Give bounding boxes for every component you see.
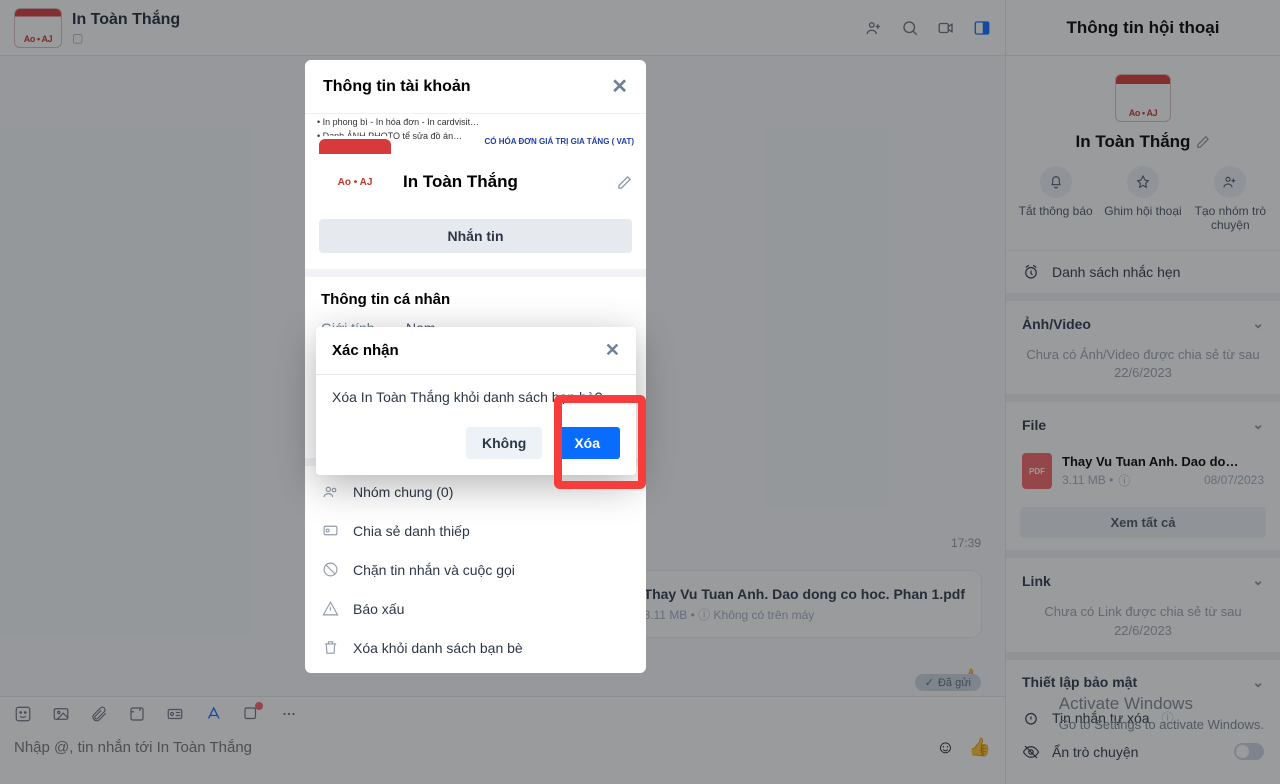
confirm-title: Xác nhận xyxy=(332,342,399,359)
trash-icon xyxy=(321,639,339,656)
close-icon[interactable]: ✕ xyxy=(605,340,620,361)
share-card[interactable]: Chia sẻ danh thiếp xyxy=(305,511,646,550)
profile-avatar[interactable]: Ao • AJ xyxy=(319,139,391,193)
close-icon[interactable]: ✕ xyxy=(611,74,628,99)
report-contact[interactable]: Báo xấu xyxy=(305,589,646,628)
block-contact[interactable]: Chặn tin nhắn và cuộc gọi xyxy=(305,550,646,589)
confirm-modal: Xác nhận ✕ Xóa In Toàn Thắng khỏi danh sá… xyxy=(316,327,636,475)
confirm-message: Xóa In Toàn Thắng khỏi danh sách bạn bè? xyxy=(316,375,636,419)
block-icon xyxy=(321,561,339,578)
message-button[interactable]: Nhắn tin xyxy=(319,219,632,253)
group-icon xyxy=(321,483,339,500)
modal-title: Thông tin tài khoản xyxy=(323,78,471,96)
edit-icon[interactable] xyxy=(617,175,632,190)
remove-friend[interactable]: Xóa khỏi danh sách bạn bè xyxy=(305,628,646,667)
profile-name: In Toàn Thắng xyxy=(403,172,605,192)
warning-icon xyxy=(321,600,339,617)
mutual-groups[interactable]: Nhóm chung (0) xyxy=(305,472,646,511)
personal-info-heading: Thông tin cá nhân xyxy=(321,291,630,308)
card-icon xyxy=(321,522,339,539)
cancel-button[interactable]: Không xyxy=(466,427,542,459)
delete-button[interactable]: Xóa xyxy=(554,427,620,459)
